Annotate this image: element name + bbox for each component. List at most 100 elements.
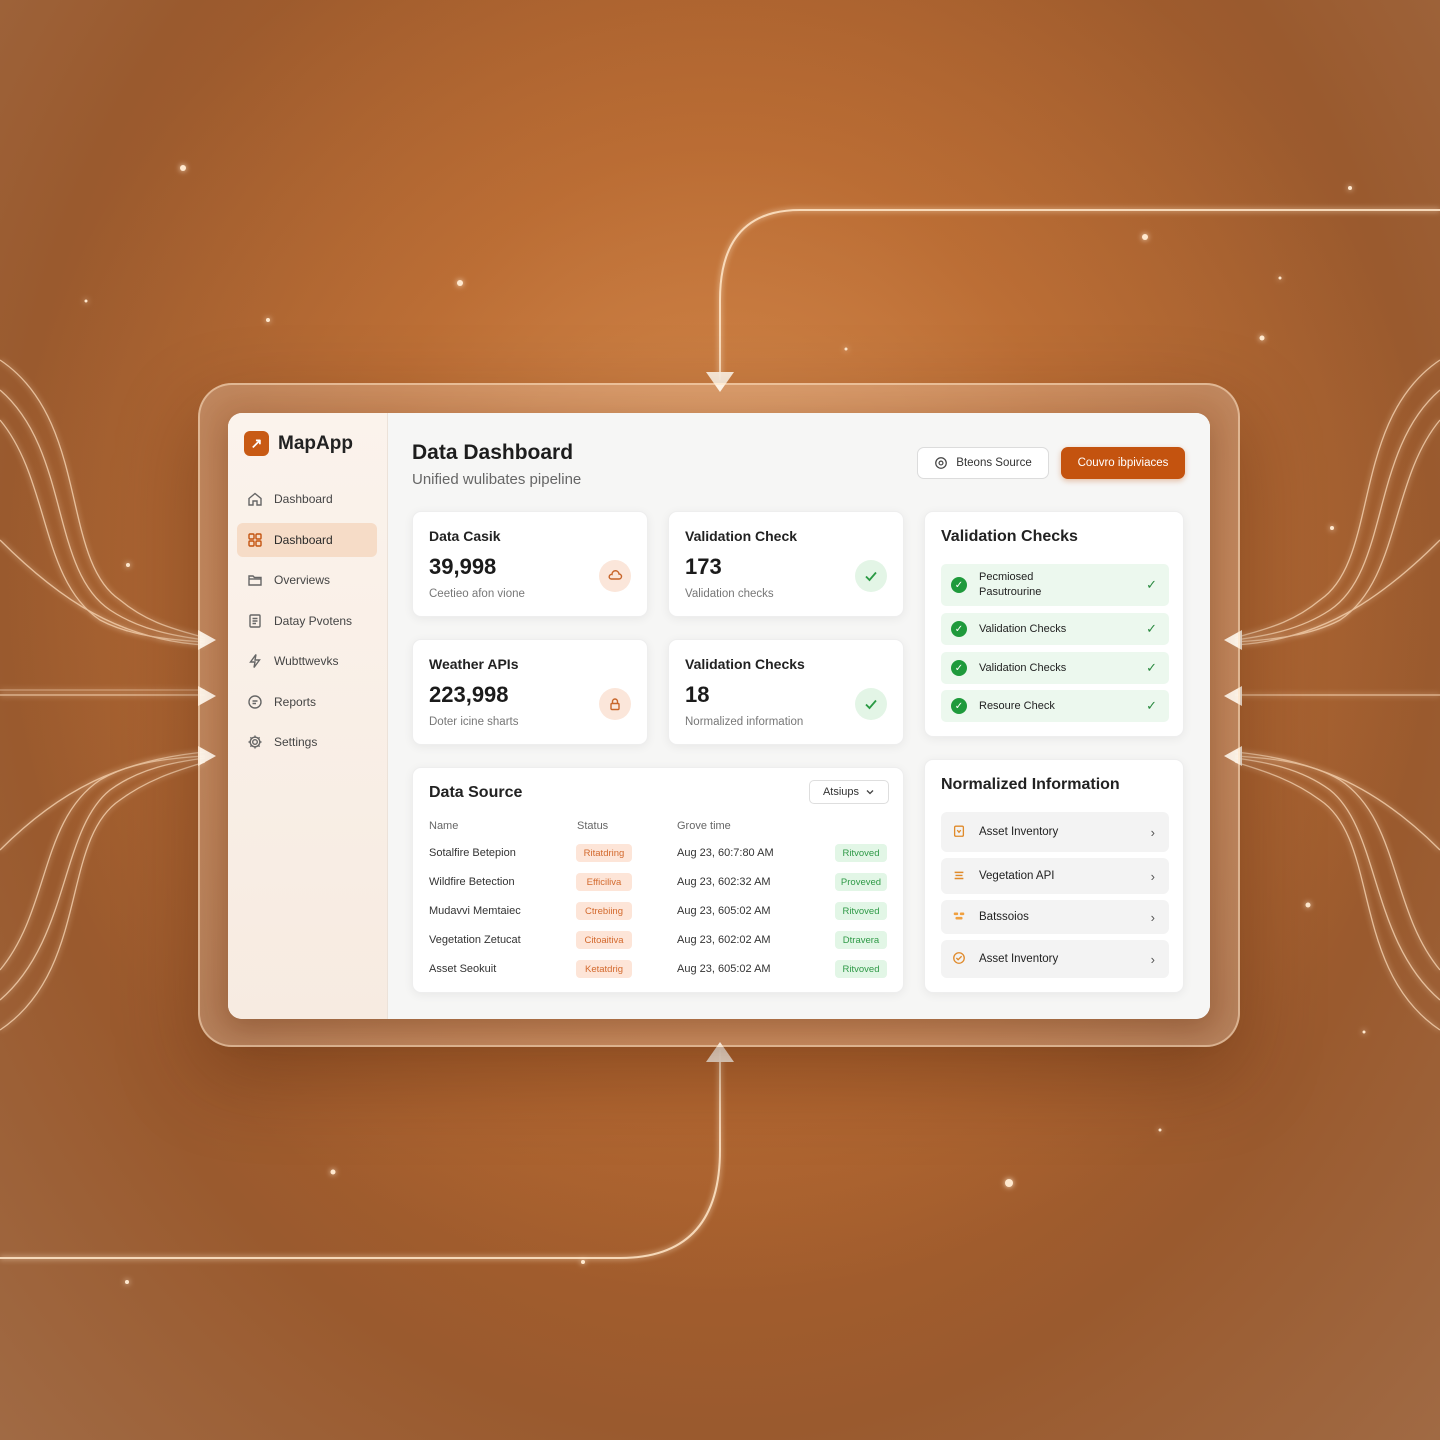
primary-action-button[interactable]: Couvro ibpiviaces	[1061, 447, 1185, 479]
stat-card-weather-apis[interactable]: Weather APIs 223,998 Doter icine sharts	[412, 639, 648, 745]
stat-value: 18	[685, 682, 710, 707]
stat-title: Weather APIs	[429, 656, 519, 672]
row-name: Mudavvi Memtaiec	[429, 905, 521, 917]
table-row[interactable]: Sotalfire Betepion Ritatdring Aug 23, 60…	[413, 840, 903, 868]
folder-icon	[247, 572, 263, 588]
row-time: Aug 23, 602:32 AM	[677, 876, 771, 888]
sidebar-item-label: Overviews	[274, 573, 331, 587]
bolt-icon	[247, 653, 263, 669]
column-header-time[interactable]: Grove time	[677, 820, 731, 832]
check-icon: ✓	[1146, 621, 1157, 636]
check-circle-icon: ✓	[951, 577, 967, 593]
info-item-asset-inventory-2[interactable]: Asset Inventory ›	[941, 940, 1169, 978]
result-badge: Ritvoved	[835, 902, 887, 920]
data-source-title: Data Source	[429, 784, 523, 801]
validation-item[interactable]: ✓ Validation Checks ✓	[941, 613, 1169, 645]
info-item-batssoios[interactable]: Batssoios ›	[941, 900, 1169, 934]
row-name: Vegetation Zetucat	[429, 934, 521, 946]
stat-title: Data Casik	[429, 528, 501, 544]
stat-value: 173	[685, 554, 722, 579]
stat-card-validation-checks[interactable]: Validation Checks 18 Normalized informat…	[668, 639, 904, 745]
main-content: Data Dashboard Unified wulibates pipelin…	[388, 413, 1210, 1019]
row-name: Asset Seokuit	[429, 963, 497, 975]
source-button[interactable]: Bteons Source	[917, 447, 1049, 479]
stat-value: 39,998	[429, 554, 497, 579]
stack-icon	[951, 909, 967, 926]
table-row[interactable]: Vegetation Zetucat Citoaitiva Aug 23, 60…	[413, 927, 903, 955]
validation-checks-panel: Validation Checks ✓ Pecmiosed Pasutrouri…	[924, 511, 1184, 737]
result-badge: Proveved	[835, 873, 887, 891]
stat-card-validation-check[interactable]: Validation Check 173 Validation checks	[668, 511, 904, 617]
validation-item-label: Resoure Check	[979, 699, 1055, 712]
chevron-right-icon: ›	[1150, 824, 1155, 840]
chevron-down-icon	[865, 787, 875, 797]
stat-caption: Validation checks	[685, 588, 774, 600]
chevron-right-icon: ›	[1150, 951, 1155, 967]
filter-dropdown[interactable]: Atsiups	[809, 780, 889, 804]
sidebar-item-label: Datay Pvotens	[274, 613, 353, 628]
stat-value: 223,998	[429, 682, 509, 707]
column-header-name[interactable]: Name	[429, 820, 458, 832]
row-time: Aug 23, 605:02 AM	[677, 905, 771, 917]
result-badge: Dtravera	[835, 931, 887, 949]
check-circle-icon: ✓	[951, 621, 967, 637]
sidebar-item-overviews[interactable]: Overviews	[237, 563, 377, 597]
stat-card-data-cask[interactable]: Data Casik 39,998 Ceetieo afon vione	[412, 511, 648, 617]
table-row[interactable]: Mudavvi Memtaiec Ctrebiing Aug 23, 605:0…	[413, 898, 903, 926]
check-icon	[855, 560, 887, 592]
validation-item[interactable]: ✓ Pecmiosed Pasutrourine ✓	[941, 564, 1169, 606]
validation-item[interactable]: ✓ Validation Checks ✓	[941, 652, 1169, 684]
status-badge: Citoaitiva	[576, 931, 632, 949]
cloud-icon	[599, 560, 631, 592]
info-item-label: Asset Inventory	[979, 826, 1059, 838]
document-icon	[247, 613, 263, 629]
validation-item-label: Validation Checks	[979, 661, 1067, 674]
table-row[interactable]: Wildfire Betection Efficiliva Aug 23, 60…	[413, 869, 903, 897]
result-badge: Ritvoved	[835, 960, 887, 978]
sidebar-item-settings[interactable]: Settings	[237, 725, 377, 759]
lock-icon	[599, 688, 631, 720]
app-logo-icon: ↗	[244, 431, 269, 456]
page-subtitle: Unified wulibates pipeline	[412, 471, 582, 488]
brand[interactable]: ↗ MapApp	[228, 431, 387, 456]
status-badge: Ctrebiing	[576, 902, 632, 920]
sidebar-item-label: Settings	[274, 735, 318, 749]
status-badge: Efficiliva	[576, 873, 632, 891]
check-icon	[855, 688, 887, 720]
page-title: Data Dashboard	[412, 441, 574, 464]
target-icon	[951, 951, 967, 968]
sidebar-item-label: Wubttwevks	[274, 654, 339, 668]
normalized-information-panel: Normalized Information Asset Inventory ›…	[924, 759, 1184, 993]
sidebar-item-label: Reports	[274, 694, 317, 709]
app-window: ↗ MapApp Dashboard Dashboard Overviews D…	[228, 413, 1210, 1019]
check-circle-icon: ✓	[951, 660, 967, 676]
check-icon: ✓	[1146, 577, 1157, 592]
sidebar: ↗ MapApp Dashboard Dashboard Overviews D…	[228, 413, 388, 1019]
chat-icon	[247, 694, 263, 710]
sidebar-item-dashboard[interactable]: Dashboard	[237, 482, 377, 516]
row-time: Aug 23, 602:02 AM	[677, 934, 771, 946]
validation-panel-title: Validation Checks	[941, 528, 1078, 545]
validation-item[interactable]: ✓ Resoure Check ✓	[941, 690, 1169, 722]
sidebar-item-label: Dashboard	[274, 532, 333, 547]
sidebar-item-reports[interactable]: Reports	[237, 685, 377, 719]
row-time: Aug 23, 605:02 AM	[677, 963, 771, 975]
sidebar-item-datay-pvotens[interactable]: Datay Pvotens	[237, 604, 377, 638]
row-name: Wildfire Betection	[429, 876, 515, 888]
info-item-label: Batssoios	[979, 911, 1029, 923]
sidebar-item-dashboard-active[interactable]: Dashboard	[237, 522, 377, 557]
info-item-label: Vegetation API	[979, 870, 1055, 882]
validation-item-label: Pecmiosed Pasutrourine	[979, 571, 1042, 598]
column-header-status[interactable]: Status	[577, 820, 608, 832]
data-source-card: Data Source Atsiups Name Status Grove ti…	[412, 767, 904, 993]
sidebar-item-wubttwevks[interactable]: Wubttwevks	[237, 644, 377, 678]
info-item-vegetation-api[interactable]: Vegetation API ›	[941, 858, 1169, 894]
stat-title: Validation Checks	[685, 656, 805, 672]
validation-item-label: Validation Checks	[979, 622, 1067, 635]
gear-icon	[247, 734, 263, 750]
status-badge: Ketatdrig	[576, 960, 632, 978]
table-row[interactable]: Asset Seokuit Ketatdrig Aug 23, 605:02 A…	[413, 956, 903, 984]
stat-caption: Normalized information	[685, 716, 804, 728]
stat-caption: Ceetieo afon vione	[429, 588, 525, 600]
info-item-asset-inventory[interactable]: Asset Inventory ›	[941, 812, 1169, 852]
